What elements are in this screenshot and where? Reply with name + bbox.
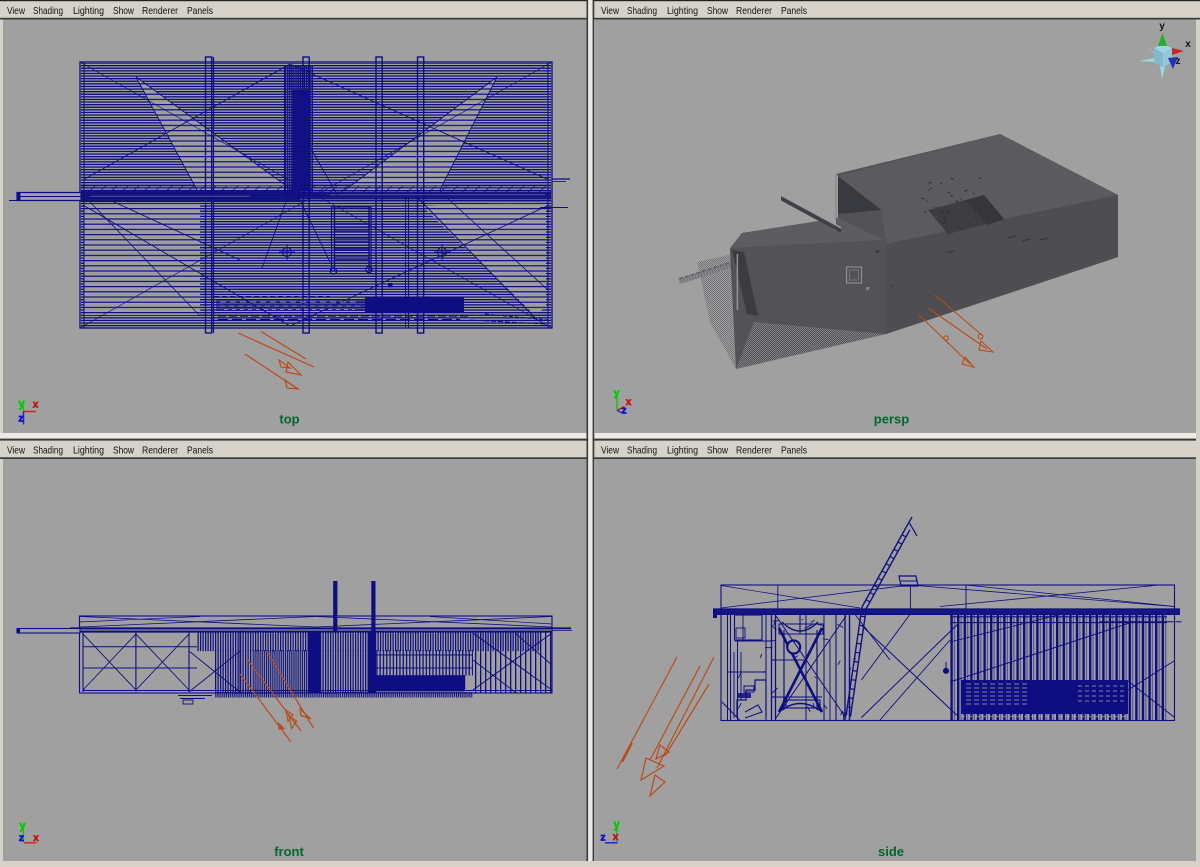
svg-text:Show: Show [707,5,728,17]
svg-text:z: z [600,832,605,844]
svg-text:View: View [7,5,25,17]
svg-text:Shading: Shading [627,445,657,457]
svg-text:z: z [18,413,23,425]
svg-text:View: View [601,445,619,457]
svg-text:Lighting: Lighting [667,445,698,457]
svg-text:View: View [7,445,25,457]
svg-text:Panels: Panels [781,5,807,17]
svg-text:View: View [601,5,619,17]
svg-text:Lighting: Lighting [73,445,104,457]
svg-text:Renderer: Renderer [142,445,178,457]
svg-text:y: y [18,398,25,410]
svg-text:x: x [613,832,619,843]
svg-text:Renderer: Renderer [736,5,772,17]
svg-text:front: front [274,844,304,859]
svg-text:Shading: Shading [33,5,63,17]
svg-text:y: y [1159,21,1165,32]
svg-text:Panels: Panels [781,445,807,457]
svg-text:y: y [614,387,620,399]
svg-text:Panels: Panels [187,5,213,17]
svg-text:x: x [33,400,39,411]
svg-text:Show: Show [707,445,728,457]
svg-text:x: x [1185,39,1191,50]
svg-text:top: top [279,412,299,427]
svg-text:Lighting: Lighting [667,5,698,17]
svg-text:Panels: Panels [187,445,213,457]
svg-text:Renderer: Renderer [142,5,178,17]
svg-text:z: z [621,405,626,417]
svg-text:Shading: Shading [33,445,63,457]
svg-text:Lighting: Lighting [73,5,104,17]
svg-text:Show: Show [113,5,134,17]
svg-text:side: side [878,844,904,859]
svg-text:Show: Show [113,445,134,457]
svg-text:z: z [1176,56,1181,67]
svg-text:Shading: Shading [627,5,657,17]
svg-text:persp: persp [874,412,909,427]
svg-text:Renderer: Renderer [736,445,772,457]
svg-text:z: z [19,832,24,844]
